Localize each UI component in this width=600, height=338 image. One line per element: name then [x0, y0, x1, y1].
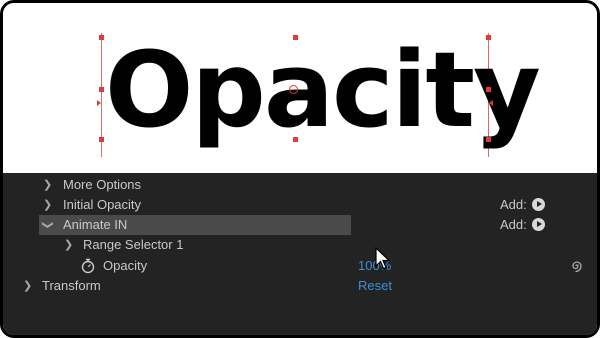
property-row-range-selector[interactable]: ❯ Range Selector 1	[3, 235, 597, 255]
transform-label: Transform	[42, 278, 101, 293]
more-options-label: More Options	[63, 177, 142, 192]
add-menu-button[interactable]	[532, 218, 545, 231]
stopwatch-icon[interactable]	[80, 258, 96, 274]
expression-spiral-icon[interactable]	[569, 258, 585, 274]
bbox-handle-middle-right[interactable]	[486, 87, 491, 92]
bbox-handle-top-left[interactable]	[99, 35, 104, 40]
reset-link[interactable]: Reset	[358, 276, 392, 296]
property-row-more-options[interactable]: ❯ More Options	[3, 175, 597, 195]
chevron-right-icon[interactable]: ❯	[43, 175, 52, 195]
right-tick-icon	[489, 100, 493, 106]
timeline-properties-panel: ❯ More Options ❯ Initial Opacity Add: ❯ …	[3, 173, 597, 335]
left-tick-icon	[97, 100, 101, 106]
bbox-handle-top-center[interactable]	[293, 35, 298, 40]
add-menu-button[interactable]	[532, 198, 545, 211]
bbox-handle-bottom-right[interactable]	[486, 137, 491, 142]
preview-text[interactable]: Opacity	[105, 15, 541, 165]
opacity-label: Opacity	[103, 258, 148, 273]
mouse-cursor-icon	[375, 247, 391, 270]
bbox-handle-bottom-left[interactable]	[99, 137, 104, 142]
range-selector-label: Range Selector 1	[83, 237, 184, 252]
property-row-transform[interactable]: ❯ Transform Reset	[3, 276, 597, 296]
animate-in-label: Animate IN	[63, 217, 128, 232]
chevron-right-icon[interactable]: ❯	[43, 195, 52, 215]
add-label: Add:	[500, 217, 527, 232]
add-label: Add:	[500, 197, 527, 212]
chevron-down-icon[interactable]: ❯	[38, 220, 58, 229]
initial-opacity-label: Initial Opacity	[63, 197, 142, 212]
property-row-initial-opacity[interactable]: ❯ Initial Opacity Add:	[3, 195, 597, 215]
property-row-opacity[interactable]: Opacity 100%	[3, 256, 597, 276]
chevron-right-icon[interactable]: ❯	[64, 235, 73, 255]
property-row-animate-in[interactable]: ❯ Animate IN Add:	[3, 215, 597, 235]
chevron-right-icon[interactable]: ❯	[23, 276, 32, 296]
composition-preview: Opacity	[3, 3, 597, 173]
bbox-handle-top-right[interactable]	[486, 35, 491, 40]
video-frame: Opacity ❯ More Options ❯ Initial Opacity…	[0, 0, 600, 338]
anchor-point-icon[interactable]	[289, 85, 298, 94]
bbox-handle-middle-left[interactable]	[99, 87, 104, 92]
bbox-handle-bottom-center[interactable]	[293, 137, 298, 142]
